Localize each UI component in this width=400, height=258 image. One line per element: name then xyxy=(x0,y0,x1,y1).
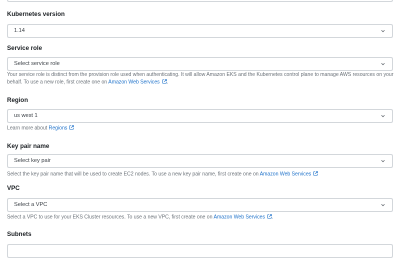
service-role-value: Select service role xyxy=(14,61,60,67)
region-label: Region xyxy=(7,97,28,104)
subnets-label: Subnets xyxy=(7,231,32,238)
regions-link[interactable]: Regions xyxy=(49,126,68,132)
service-role-select[interactable]: Select service role xyxy=(7,57,393,71)
key-pair-label: Key pair name xyxy=(7,143,50,150)
vpc-select[interactable]: Select a VPC xyxy=(7,198,393,212)
subnets-select[interactable] xyxy=(7,244,393,258)
external-link-icon xyxy=(313,171,319,176)
kubernetes-version-label: Kubernetes version xyxy=(7,11,65,18)
chevron-down-icon xyxy=(381,203,385,207)
vpc-value: Select a VPC xyxy=(14,202,48,208)
key-pair-help: Select the key pair name that will be us… xyxy=(7,171,395,179)
amazon-web-services-link[interactable]: Amazon Web Services xyxy=(108,80,159,86)
chevron-down-icon xyxy=(381,62,385,66)
service-role-label: Service role xyxy=(7,45,43,52)
key-pair-select[interactable]: Select key pair xyxy=(7,154,393,168)
vpc-help: Select a VPC to use for your EKS Cluster… xyxy=(7,214,274,221)
vpc-label: VPC xyxy=(7,185,20,192)
external-link-icon xyxy=(69,125,75,130)
region-value: us west 1 xyxy=(14,113,38,119)
key-pair-value: Select key pair xyxy=(14,158,51,164)
chevron-down-icon xyxy=(381,114,385,118)
region-help: Learn more about Regions xyxy=(7,125,395,133)
amazon-web-services-link[interactable]: Amazon Web Services xyxy=(214,215,265,221)
chevron-down-icon xyxy=(381,29,385,33)
amazon-web-services-link[interactable]: Amazon Web Services xyxy=(260,172,311,178)
kubernetes-version-value: 1.14 xyxy=(14,28,25,34)
service-role-help: Your service role is distinct from the p… xyxy=(7,72,394,86)
kubernetes-version-select[interactable]: 1.14 xyxy=(7,24,393,38)
chevron-down-icon xyxy=(381,159,385,163)
region-select[interactable]: us west 1 xyxy=(7,109,393,123)
previous-field-box xyxy=(7,0,393,2)
